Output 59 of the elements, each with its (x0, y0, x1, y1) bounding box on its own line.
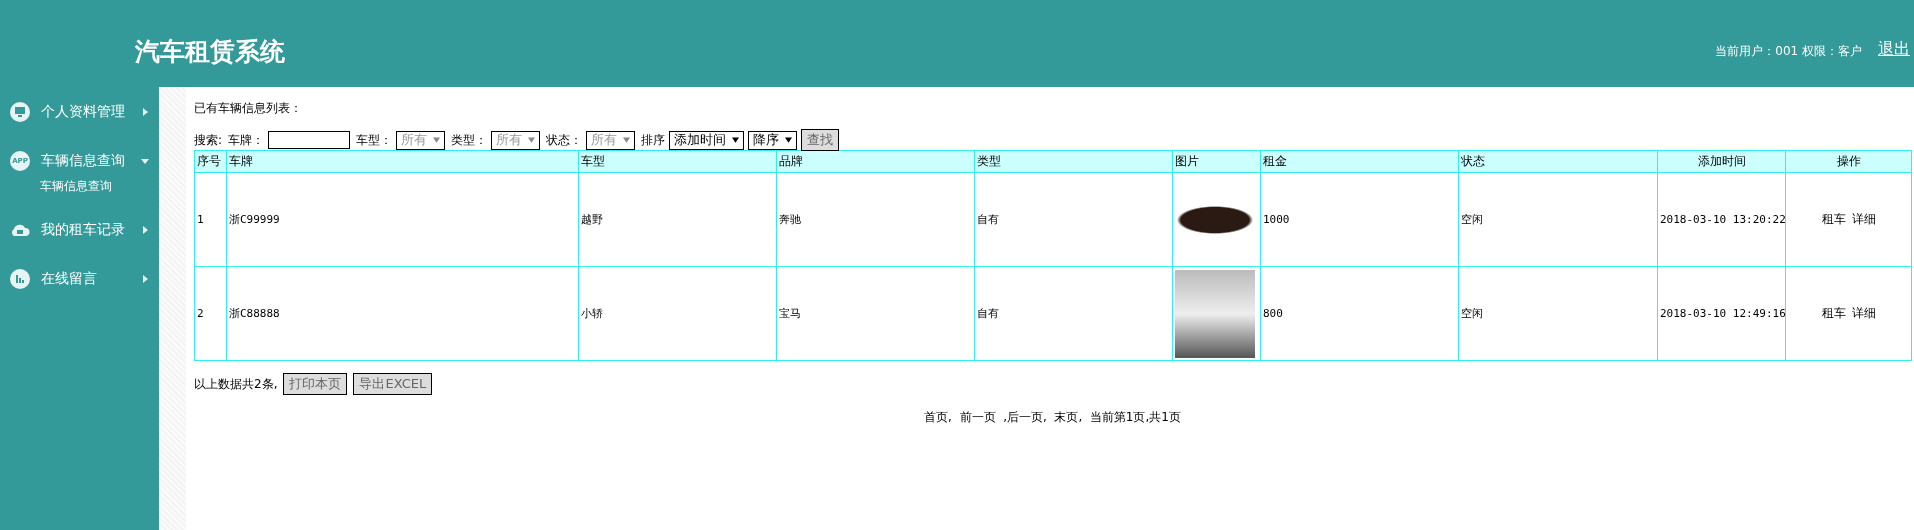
caret-down-icon (623, 137, 631, 143)
table-cell: 浙C88888 (226, 266, 579, 361)
filter-label: 状态： (546, 131, 583, 149)
action-link[interactable]: 租车 (1821, 306, 1846, 320)
caret-down-icon (528, 137, 536, 143)
pagination-text: 首页, 前一页 ,后一页, 末页, 当前第1页,共1页 (924, 410, 1181, 424)
table-cell: 800 (1260, 266, 1459, 361)
filter-dropdown[interactable]: 添加时间 (669, 130, 745, 150)
column-header: 租金 (1260, 150, 1459, 173)
table-cell: 1000 (1260, 172, 1459, 267)
monitor-icon (10, 102, 30, 122)
column-header: 图片 (1172, 150, 1261, 173)
column-header: 品牌 (776, 150, 975, 173)
table-cell: 空闲 (1458, 266, 1658, 361)
logout-link[interactable]: 退出 (1878, 39, 1910, 60)
caret-down-icon (732, 137, 740, 143)
footer-button[interactable]: 打印本页 (283, 373, 348, 395)
plate-input-field[interactable] (268, 131, 351, 149)
filter-label: 车牌： (228, 131, 265, 149)
table-cell: 自有 (974, 172, 1173, 267)
column-header: 添加时间 (1657, 150, 1786, 173)
table-cell: 浙C99999 (226, 172, 579, 267)
sidebar-item[interactable]: 在线留言 (0, 264, 160, 294)
action-link[interactable]: 租车 (1821, 212, 1846, 226)
table-cell: 自有 (974, 266, 1173, 361)
filter-label: 类型： (451, 131, 488, 149)
user-info: 当前用户：001 权限：客户 (1715, 43, 1862, 60)
table-cell: 宝马 (776, 266, 975, 361)
table-cell: 2018-03-10 13:20:22 (1657, 172, 1786, 267)
sidebar-item[interactable]: 我的租车记录 (0, 215, 160, 245)
column-header: 操作 (1785, 150, 1912, 173)
table-cell: 奔驰 (776, 172, 975, 267)
list-heading: 已有车辆信息列表： (194, 100, 303, 117)
search-label: 搜索: (194, 131, 223, 149)
column-header: 序号 (194, 150, 227, 173)
filter-dropdown[interactable]: 降序 (748, 130, 798, 150)
action-link[interactable]: 详细 (1851, 306, 1876, 320)
filter-label: 车型： (356, 131, 393, 149)
app-title: 汽车租赁系统 (135, 36, 285, 68)
column-header: 车型 (578, 150, 777, 173)
table-cell: 越野 (578, 172, 777, 267)
table-cell: 2 (194, 266, 227, 361)
filter-label: 排序 (641, 131, 666, 149)
footer-button[interactable]: 导出EXCEL (353, 373, 433, 395)
table-cell: 2018-03-10 12:49:16 (1657, 266, 1786, 361)
action-link[interactable]: 详细 (1851, 212, 1876, 226)
caret-down-icon (785, 137, 793, 143)
search-button[interactable]: 查找 (801, 129, 840, 151)
record-summary: 以上数据共2条, (194, 375, 278, 393)
table-cell: 1 (194, 172, 227, 267)
sidebar-subitem[interactable]: 车辆信息查询 (0, 178, 160, 195)
bar-chart-icon (10, 269, 30, 289)
caret-down-icon (433, 137, 441, 143)
column-header: 车牌 (226, 150, 579, 173)
table-cell: 小轿 (578, 266, 777, 361)
column-header: 类型 (974, 150, 1173, 173)
table-cell: 空闲 (1458, 172, 1658, 267)
sidebar-item[interactable]: 个人资料管理 (0, 97, 160, 127)
column-header: 状态 (1458, 150, 1658, 173)
